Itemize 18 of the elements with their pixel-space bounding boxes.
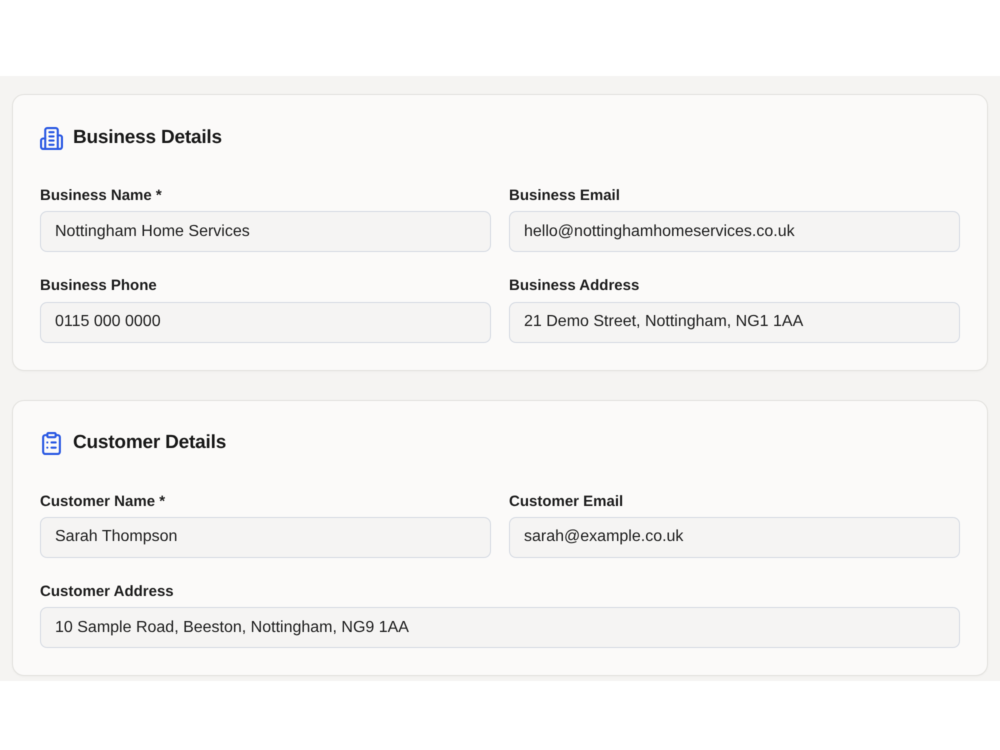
- input-field[interactable]: 21 Demo Street, Nottingham, NG1 1AA: [509, 302, 960, 342]
- input-field[interactable]: sarah@example.co.uk: [509, 516, 960, 558]
- field-label: Business Phone: [40, 276, 158, 296]
- input-field[interactable]: Nottingham Home Services: [40, 211, 491, 252]
- building-icon: [40, 126, 63, 150]
- section-title: Business Details: [73, 126, 222, 150]
- input-field[interactable]: hello@nottinghamhomeservices.co.uk: [509, 211, 960, 252]
- field-label: Business Address: [509, 276, 640, 296]
- section-title: Customer Details: [73, 432, 226, 455]
- clipboard-list-icon: [40, 432, 63, 455]
- input-field[interactable]: Sarah Thompson: [40, 516, 491, 558]
- field-label: Customer Email: [509, 492, 624, 512]
- field-label: Customer Name *: [40, 492, 166, 512]
- input-field[interactable]: 0115 000 0000: [40, 302, 491, 342]
- field-label: Customer Address: [40, 582, 175, 602]
- field-label: Business Email: [509, 186, 621, 206]
- field-label: Business Name *: [40, 186, 163, 206]
- input-field[interactable]: 10 Sample Road, Beeston, Nottingham, NG9 1AA: [40, 607, 960, 648]
